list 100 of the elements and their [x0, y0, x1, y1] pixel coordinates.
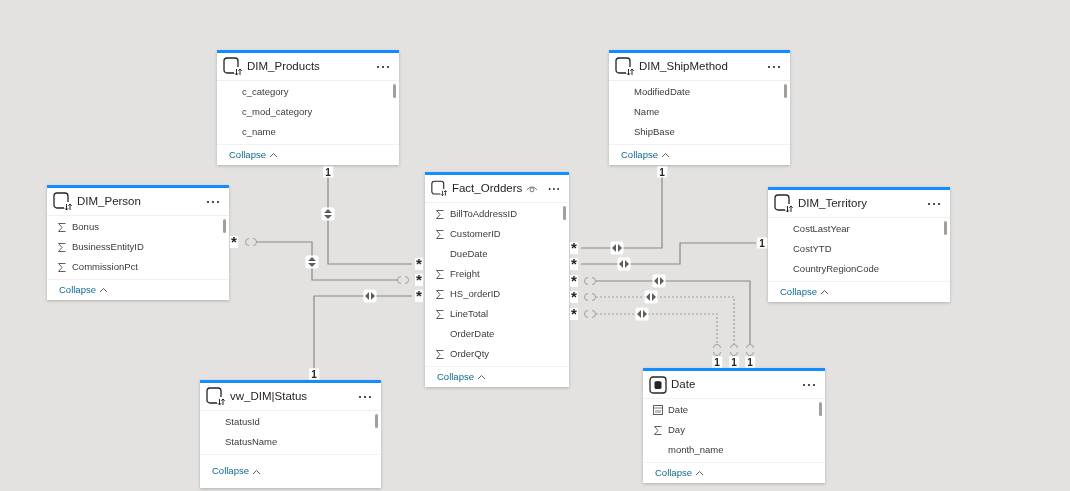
table-title: Date [671, 376, 697, 392]
collapse-button[interactable]: Collapse [621, 147, 670, 163]
field-name[interactable]: StatusId [225, 414, 260, 430]
table-icon [206, 387, 226, 406]
filter-direction-icon[interactable] [652, 274, 666, 288]
collapse-button[interactable]: Collapse [212, 464, 261, 479]
more-icon[interactable] [206, 199, 220, 204]
sum-icon [435, 228, 445, 240]
cardinality-label: * [415, 290, 423, 302]
filter-direction-icon[interactable] [363, 289, 377, 303]
table-icon [431, 179, 448, 198]
filter-direction-icon[interactable] [321, 207, 335, 221]
filter-direction-icon[interactable] [305, 255, 319, 269]
scrollbar-thumb[interactable] [819, 402, 822, 416]
table-card[interactable]: DIM_Products c_category c_mod_category c_name Collapse [217, 50, 399, 165]
scrollbar-thumb[interactable] [784, 84, 787, 98]
table-card[interactable]: Fact_Ordders BillToAddressID CustomerID DueDate Freight HS_orderID LineTotal OrderDate OrderQty Collapse [425, 172, 569, 387]
cardinality-label: * [570, 308, 578, 320]
field-name[interactable]: OrderQty [450, 346, 490, 362]
cardinality-label: * [415, 274, 423, 286]
calendar-icon [653, 405, 663, 415]
cardinality-label: * [570, 242, 578, 254]
cardinality-label: 1 [712, 356, 722, 368]
filter-direction-icon[interactable] [617, 257, 631, 271]
table-card[interactable]: DIM_Territory CostLastYear CostYTD CountryRegionCode Collapse [768, 187, 950, 302]
scrollbar-thumb[interactable] [393, 84, 396, 98]
sum-icon [435, 348, 445, 360]
sum-icon [57, 221, 67, 233]
field-name[interactable]: Day [668, 422, 685, 438]
filter-direction-icon[interactable] [635, 307, 649, 321]
chevron-up-icon [819, 289, 829, 295]
database-icon [649, 375, 667, 394]
cardinality-label: 1 [757, 237, 767, 249]
field-name[interactable]: OrderDate [450, 326, 495, 342]
scrollbar-thumb[interactable] [375, 414, 378, 428]
table-title: DIM_Person [77, 193, 142, 209]
cardinality-label: * [570, 291, 578, 303]
more-icon[interactable] [548, 186, 560, 191]
scrollbar-thumb[interactable] [944, 221, 947, 235]
sum-icon [653, 424, 663, 436]
table-title: DIM_Products [247, 58, 321, 74]
field-name[interactable]: BusinessEntityID [72, 239, 144, 255]
cardinality-label: * [230, 236, 238, 248]
field-name[interactable]: month_name [668, 442, 724, 458]
chevron-up-icon [660, 152, 670, 158]
field-name[interactable]: CustomerID [450, 226, 501, 242]
chevron-up-icon [251, 468, 261, 475]
chevron-up-icon [476, 374, 486, 380]
field-name[interactable]: ShipBase [634, 124, 675, 140]
cardinality-label: 1 [745, 356, 755, 368]
field-name[interactable]: CostYTD [793, 241, 832, 257]
table-title: vw_DIM|Status [230, 388, 309, 404]
collapse-button[interactable]: Collapse [655, 465, 704, 481]
more-icon[interactable] [802, 382, 816, 387]
table-icon [774, 194, 794, 213]
field-name[interactable]: CountryRegionCode [793, 261, 880, 277]
field-name[interactable]: ModifiedDate [634, 84, 690, 100]
table-card[interactable]: DIM_Person Bonus BusinessEntityID CommissionPct Collapse [47, 185, 229, 300]
cardinality-label: 1 [657, 166, 667, 178]
collapse-button[interactable]: Collapse [59, 282, 108, 298]
scrollbar-thumb[interactable] [563, 206, 566, 220]
field-name[interactable]: Date [668, 402, 689, 418]
chevron-up-icon [694, 470, 704, 476]
collapse-button[interactable]: Collapse [229, 147, 278, 163]
field-name[interactable]: LineTotal [450, 306, 489, 322]
field-name[interactable]: Freight [450, 266, 480, 282]
more-icon[interactable] [927, 201, 941, 206]
sum-icon [435, 288, 445, 300]
sum-icon [435, 208, 445, 220]
table-card[interactable]: vw_DIM|Status StatusId StatusName Collapse [200, 380, 381, 488]
more-icon[interactable] [767, 64, 781, 69]
cardinality-label: 1 [323, 166, 333, 178]
chevron-up-icon [98, 287, 108, 293]
field-name[interactable]: Name [634, 104, 660, 120]
field-name[interactable]: c_name [242, 124, 276, 140]
table-title: DIM_ShipMethod [639, 58, 729, 74]
field-name[interactable]: StatusName [225, 434, 278, 450]
filter-direction-icon[interactable] [644, 290, 658, 304]
table-icon [53, 192, 73, 211]
table-card[interactable]: DIM_ShipMethod ModifiedDate Name ShipBase Collapse [609, 50, 790, 165]
collapse-button[interactable]: Collapse [780, 284, 829, 300]
field-name[interactable]: c_category [242, 84, 289, 100]
cardinality-label: * [570, 258, 578, 270]
field-name[interactable]: CommissionPct [72, 259, 138, 275]
table-card[interactable]: Date Date Day month_name Collapse [643, 368, 825, 483]
scrollbar-thumb[interactable] [223, 219, 226, 233]
field-name[interactable]: DueDate [450, 246, 488, 262]
collapse-button[interactable]: Collapse [437, 369, 486, 385]
field-name[interactable]: BillToAddressID [450, 206, 518, 222]
chevron-up-icon [268, 152, 278, 158]
field-name[interactable]: Bonus [72, 219, 99, 235]
cardinality-label: * [570, 275, 578, 287]
field-name[interactable]: HS_orderID [450, 286, 501, 302]
sum-icon [57, 241, 67, 253]
more-icon[interactable] [358, 394, 372, 399]
field-name[interactable]: CostLastYear [793, 221, 850, 237]
table-title: DIM_Territory [798, 195, 868, 211]
field-name[interactable]: c_mod_category [242, 104, 313, 120]
filter-direction-icon[interactable] [610, 241, 624, 255]
more-icon[interactable] [376, 64, 390, 69]
